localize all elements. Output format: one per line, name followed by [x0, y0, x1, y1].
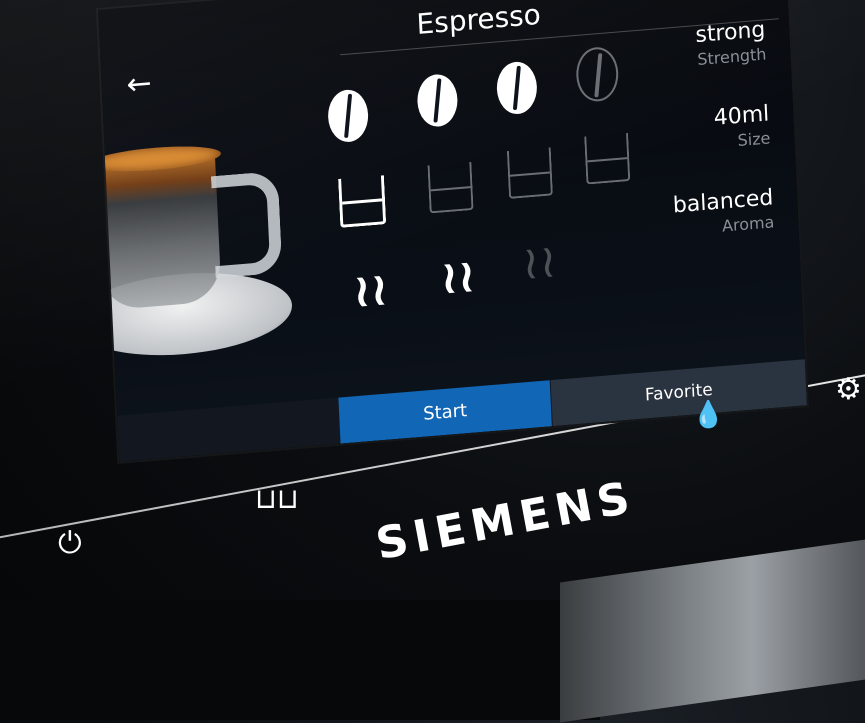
favorite-button[interactable]: Favorite	[550, 359, 807, 427]
cup-icon[interactable]	[506, 147, 553, 199]
bean-icon[interactable]	[326, 88, 370, 144]
bean-icon[interactable]	[416, 72, 459, 129]
size-value: 40ml	[713, 101, 770, 131]
setting-size[interactable]: 40ml Size	[713, 101, 771, 152]
size-label: Size	[737, 128, 771, 151]
two-cups-icon[interactable]: ⊔⊔	[255, 482, 299, 515]
espresso-cup-image	[98, 114, 305, 369]
bean-icon[interactable]	[495, 60, 539, 116]
touch-display: ♨ ((· Espresso ← ≀≀ ≀≀ ≀≀ strong Strengt…	[98, 0, 807, 462]
water-drops-icon[interactable]: 💧	[692, 400, 724, 430]
strength-label: Strength	[696, 44, 767, 70]
aroma-icon[interactable]: ≀≀	[352, 261, 389, 318]
strength-value: strong	[694, 17, 766, 49]
cup-icon[interactable]	[584, 132, 631, 185]
arrow-left-icon[interactable]: ←	[126, 66, 153, 103]
power-icon[interactable]: ⏻	[58, 526, 82, 561]
start-button[interactable]: Start	[338, 380, 552, 444]
cup-icon[interactable]	[338, 175, 387, 228]
bean-icon[interactable]	[575, 45, 620, 104]
brand-logo: SIEMENS	[372, 471, 640, 571]
setting-strength[interactable]: strong Strength	[695, 17, 767, 69]
machine-lower-body	[0, 600, 600, 720]
machine-metal-spout	[560, 537, 865, 723]
cup-icon[interactable]	[427, 161, 474, 214]
setting-aroma[interactable]: balanced Aroma	[672, 185, 774, 239]
aroma-icon[interactable]: ≀≀	[521, 233, 558, 290]
aroma-icon[interactable]: ≀≀	[440, 248, 477, 305]
gear-icon[interactable]: ⚙	[835, 372, 862, 407]
